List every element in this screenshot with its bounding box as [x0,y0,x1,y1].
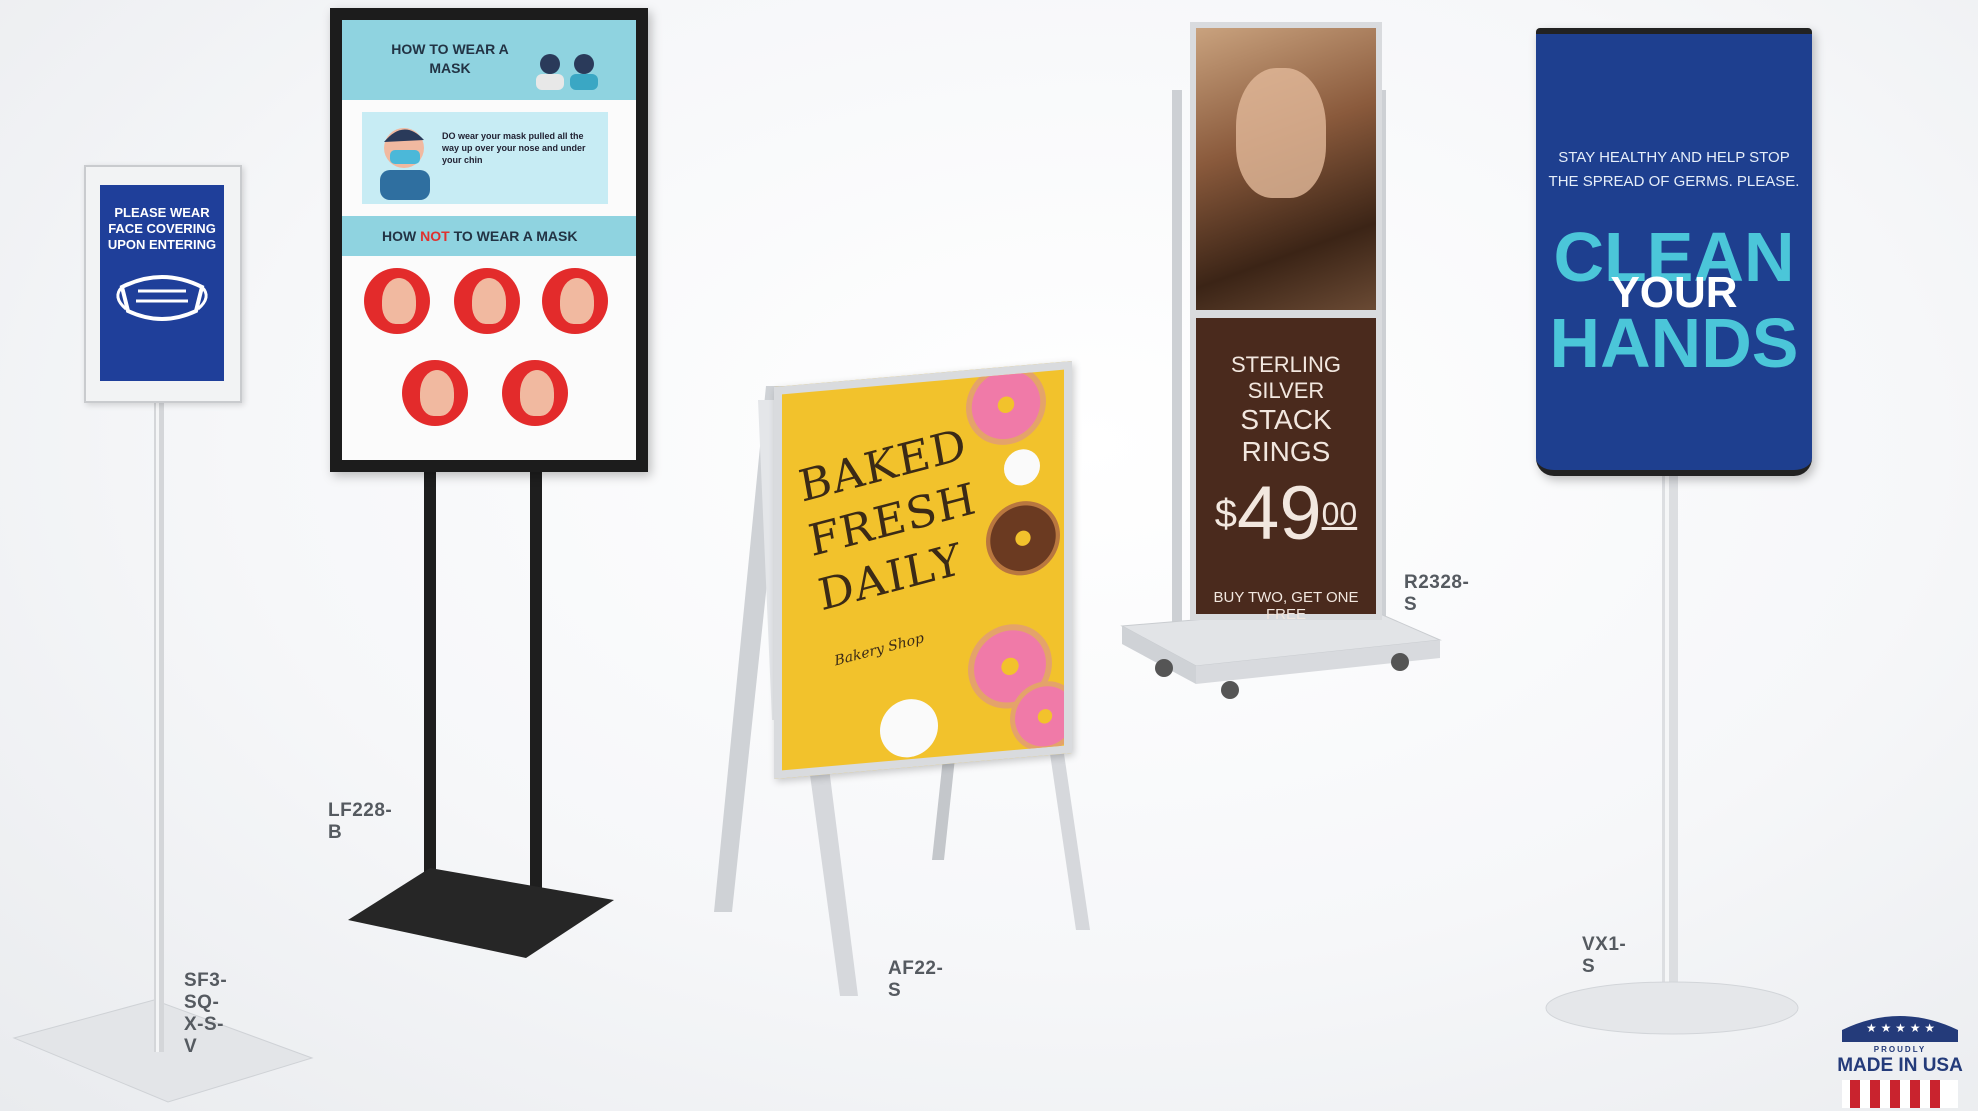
vx1-line1: STAY HEALTHY AND HELP STOP [1558,149,1790,166]
vx1-sign: STAY HEALTHY AND HELP STOP THE SPREAD OF… [1536,28,1812,476]
vx1-word-hands: HANDS [1549,304,1799,382]
vx1-model-label: VX1-S [1582,934,1627,977]
vx1-line2: THE SPREAD OF GERMS. PLEASE. [1548,173,1800,190]
badge-main-text: MADE IN USA [1837,1055,1963,1076]
badge-top-text: PROUDLY [1873,1045,1927,1054]
svg-text:★ ★ ★ ★ ★: ★ ★ ★ ★ ★ [1866,1021,1935,1035]
made-in-usa-badge: ★ ★ ★ ★ ★ PROUDLY MADE IN USA [1836,1008,1964,1108]
